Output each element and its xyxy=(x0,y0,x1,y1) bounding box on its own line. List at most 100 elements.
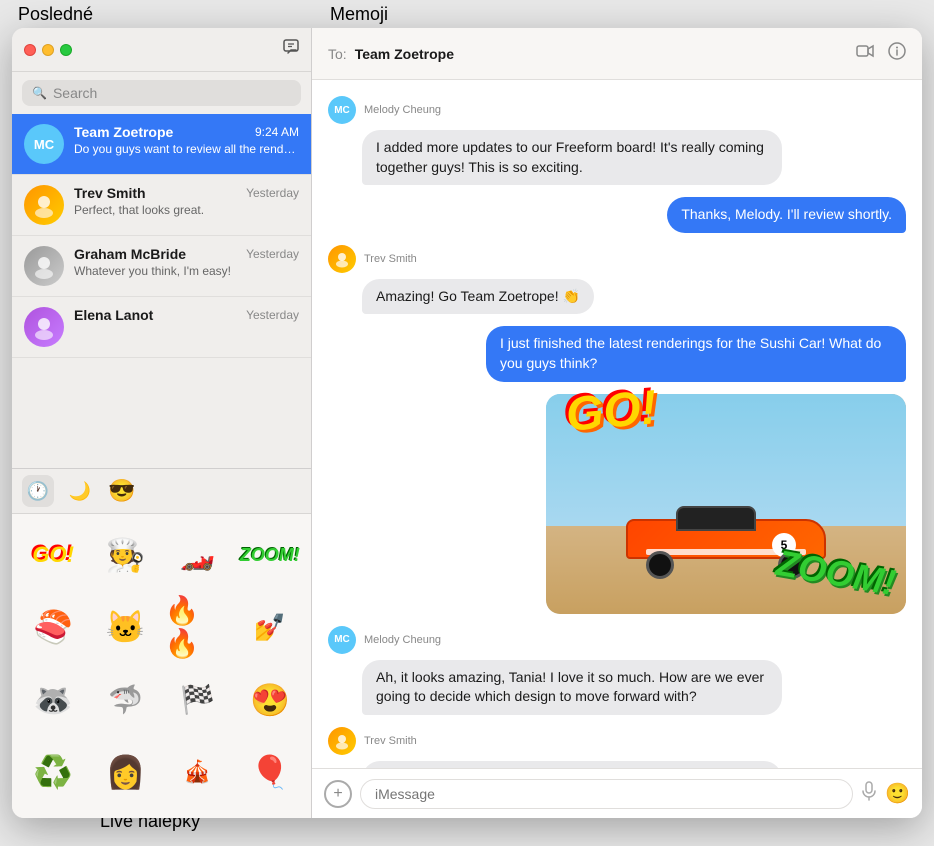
conv-name: Team Zoetrope xyxy=(74,124,173,140)
image-message: GO! xyxy=(546,394,906,614)
sticker-balloon[interactable]: 🎈 xyxy=(237,739,303,805)
conv-preview: Whatever you think, I'm easy! xyxy=(74,264,299,278)
audio-icon[interactable] xyxy=(861,781,877,806)
message-group: GO! xyxy=(328,394,906,614)
sticker-sushi[interactable]: 🍣 xyxy=(20,594,86,660)
to-label: To: xyxy=(328,46,347,62)
title-bar xyxy=(12,28,311,72)
conv-item-trev-smith[interactable]: Trev Smith Yesterday Perfect, that looks… xyxy=(12,175,311,236)
sender-name: Trev Smith xyxy=(364,253,417,265)
sticker-flag[interactable]: 🏁 xyxy=(165,667,231,733)
compose-area: + 🙂 xyxy=(312,768,922,818)
sticker-overlay-go: GO! xyxy=(564,380,659,443)
compose-plus-button[interactable]: + xyxy=(324,780,352,808)
conv-info: Team Zoetrope 9:24 AM Do you guys want t… xyxy=(74,124,299,156)
compose-button[interactable] xyxy=(283,39,299,60)
sticker-zoom[interactable]: ZOOM! xyxy=(237,522,303,588)
avatar xyxy=(24,246,64,286)
sticker-panel: 🕐 🌙 😎 GO! 🧑‍🍳 🏎️ ZOOM! 🍣 🐱 xyxy=(12,468,311,818)
message-group: Trev Smith Amazing! Go Team Zoetrope! 👏 xyxy=(328,245,906,315)
sticker-person[interactable]: 👩 xyxy=(92,739,158,805)
conv-info: Trev Smith Yesterday Perfect, that looks… xyxy=(74,185,299,217)
close-button[interactable] xyxy=(24,44,36,56)
label-memoji: Memoji xyxy=(330,4,388,25)
sticker-recycle[interactable]: ♻️ xyxy=(20,739,86,805)
conv-item-graham-mcbride[interactable]: Graham McBride Yesterday Whatever you th… xyxy=(12,236,311,297)
sticker-tab-moon[interactable]: 🌙 xyxy=(64,475,96,507)
search-bar: 🔍 Search xyxy=(12,72,311,114)
message-group: I just finished the latest renderings fo… xyxy=(328,326,906,381)
maximize-button[interactable] xyxy=(60,44,72,56)
sticker-tab-recent[interactable]: 🕐 xyxy=(22,475,54,507)
message-group: Thanks, Melody. I'll review shortly. xyxy=(328,197,906,233)
message-bubble: Thanks, Melody. I'll review shortly. xyxy=(667,197,906,233)
sticker-boba[interactable]: 🧋 xyxy=(92,811,158,818)
conv-preview: Do you guys want to review all the rende… xyxy=(74,142,299,156)
conv-time: Yesterday xyxy=(246,247,299,261)
label-posledne: Posledné xyxy=(18,4,93,25)
avatar: MC xyxy=(24,124,64,164)
message-group: MC Melody Cheung Ah, it looks amazing, T… xyxy=(328,626,906,715)
app-window: 🔍 Search MC Team Zoetrope 9:24 AM Do you… xyxy=(12,28,922,818)
sidebar: 🔍 Search MC Team Zoetrope 9:24 AM Do you… xyxy=(12,28,312,818)
sticker-foam-finger[interactable]: 🎪 xyxy=(165,739,231,805)
conversation-list: MC Team Zoetrope 9:24 AM Do you guys wan… xyxy=(12,114,311,468)
avatar xyxy=(328,245,356,273)
conv-preview: Perfect, that looks great. xyxy=(74,203,299,217)
conv-name: Trev Smith xyxy=(74,185,146,201)
info-icon[interactable] xyxy=(888,42,906,65)
chat-header-actions xyxy=(856,42,906,65)
message-bubble: I added more updates to our Freeform boa… xyxy=(362,130,782,185)
facetime-icon[interactable] xyxy=(856,44,874,63)
search-input-wrap[interactable]: 🔍 Search xyxy=(22,80,301,106)
message-group: MC Melody Cheung I added more updates to… xyxy=(328,96,906,185)
sticker-tab-memoji[interactable]: 😎 xyxy=(106,475,138,507)
message-group: Trev Smith Wow, Tania! I can really envi… xyxy=(328,727,906,768)
conv-info: Elena Lanot Yesterday xyxy=(74,307,299,325)
conv-item-elena-lanot[interactable]: Elena Lanot Yesterday xyxy=(12,297,311,358)
avatar xyxy=(24,307,64,347)
message-bubble: Ah, it looks amazing, Tania! I love it s… xyxy=(362,660,782,715)
conv-time: 9:24 AM xyxy=(255,125,299,139)
conv-info: Graham McBride Yesterday Whatever you th… xyxy=(74,246,299,278)
avatar xyxy=(328,727,356,755)
message-bubble: Amazing! Go Team Zoetrope! 👏 xyxy=(362,279,594,315)
chat-area: To: Team Zoetrope xyxy=(312,28,922,818)
sender-name: Melody Cheung xyxy=(364,104,441,116)
chat-header: To: Team Zoetrope xyxy=(312,28,922,80)
sticker-raccoon[interactable]: 🦝 xyxy=(20,667,86,733)
sticker-tnt[interactable]: TNT! xyxy=(20,811,86,818)
traffic-lights xyxy=(24,44,72,56)
conv-item-team-zoetrope[interactable]: MC Team Zoetrope 9:24 AM Do you guys wan… xyxy=(12,114,311,175)
conv-name: Graham McBride xyxy=(74,246,186,262)
sticker-grid: GO! 🧑‍🍳 🏎️ ZOOM! 🍣 🐱 🔥🔥 💅 xyxy=(12,514,311,818)
sender-name: Melody Cheung xyxy=(364,634,441,646)
sticker-shark[interactable]: 🦈 xyxy=(92,667,158,733)
sticker-chef[interactable]: 🧑‍🍳 xyxy=(92,522,158,588)
conv-name: Elena Lanot xyxy=(74,307,153,323)
compose-input[interactable] xyxy=(360,779,853,809)
search-input[interactable]: Search xyxy=(53,85,97,101)
sticker-car[interactable]: 🚙 xyxy=(165,811,231,818)
messages-container: MC Melody Cheung I added more updates to… xyxy=(312,80,922,768)
sticker-memoji-person[interactable]: 🧑 xyxy=(237,811,303,818)
sender-name: Trev Smith xyxy=(364,735,417,747)
chat-recipient: Team Zoetrope xyxy=(355,46,454,62)
sticker-racecar[interactable]: 🏎️ xyxy=(165,522,231,588)
sticker-heart-eyes[interactable]: 😍 xyxy=(237,667,303,733)
conv-time: Yesterday xyxy=(246,308,299,322)
message-bubble: Wow, Tania! I can really envision us tak… xyxy=(362,761,782,768)
avatar: MC xyxy=(328,626,356,654)
search-icon: 🔍 xyxy=(32,86,47,100)
conv-time: Yesterday xyxy=(246,186,299,200)
avatar xyxy=(24,185,64,225)
message-bubble: I just finished the latest renderings fo… xyxy=(486,326,906,381)
avatar: MC xyxy=(328,96,356,124)
sticker-fire[interactable]: 🔥🔥 xyxy=(165,594,231,660)
sticker-tabs: 🕐 🌙 😎 xyxy=(12,469,311,514)
emoji-icon[interactable]: 🙂 xyxy=(885,781,910,806)
sticker-cat[interactable]: 🐱 xyxy=(92,594,158,660)
sticker-nails[interactable]: 💅 xyxy=(237,594,303,660)
minimize-button[interactable] xyxy=(42,44,54,56)
sticker-go[interactable]: GO! xyxy=(20,522,86,588)
